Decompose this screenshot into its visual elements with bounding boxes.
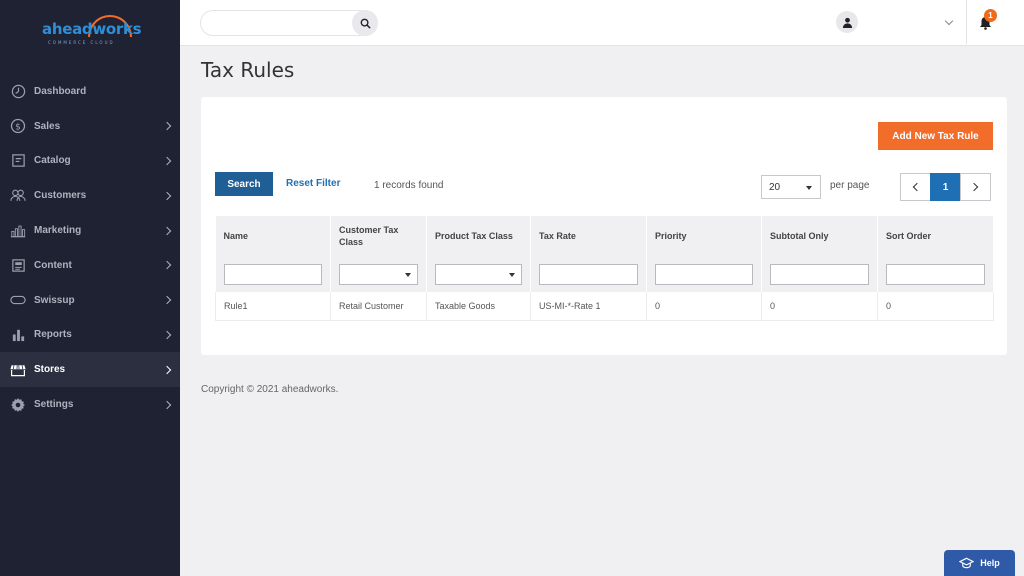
page-title: Tax Rules [201, 58, 295, 82]
marketing-icon [10, 223, 26, 239]
customers-icon [10, 188, 26, 204]
help-label: Help [980, 558, 1000, 568]
copyright: Copyright © 2021 aheadworks. [201, 384, 339, 395]
column-header-sort-order[interactable]: Sort Order [877, 216, 994, 256]
sidebar-item-label: Catalog [34, 155, 71, 167]
sidebar-item-swissup[interactable]: Swissup [0, 283, 180, 318]
sidebar-item-content[interactable]: Content [0, 248, 180, 283]
next-page-button[interactable] [960, 173, 991, 201]
chevron-right-icon [162, 400, 172, 409]
column-header-subtotal-only[interactable]: Subtotal Only [761, 216, 878, 256]
cell-customer-tax-class: Retail Customer [330, 292, 427, 321]
sidebar-item-label: Stores [34, 364, 66, 376]
caret-down-icon [806, 186, 812, 190]
graduation-cap-icon [959, 557, 975, 569]
sidebar-item-label: Marketing [34, 225, 82, 237]
sidebar-item-stores[interactable]: Stores [0, 352, 180, 388]
sidebar-item-label: Dashboard [34, 85, 87, 97]
filter-tax-rate-input[interactable] [539, 263, 638, 285]
chevron-right-icon [162, 226, 172, 235]
sidebar-item-dashboard[interactable]: Dashboard [0, 74, 180, 109]
logo-subtitle: COMMERCE CLOUD [48, 40, 115, 45]
user-avatar[interactable] [836, 11, 858, 33]
top-bar: 1 [180, 0, 1024, 46]
sidebar-item-marketing[interactable]: Marketing [0, 213, 180, 248]
aheadworks-logo[interactable]: aheadworks COMMERCE CLOUD [40, 14, 142, 45]
cell-priority: 0 [646, 292, 762, 321]
sidebar-item-reports[interactable]: Reports [0, 318, 180, 353]
chevron-right-icon [162, 261, 172, 270]
table-row[interactable]: Rule1 Retail Customer Taxable Goods US-M… [215, 292, 994, 321]
chevron-right-icon [162, 191, 172, 201]
dollar-icon: $ [10, 118, 26, 134]
sidebar-item-label: Swissup [34, 294, 75, 306]
help-button[interactable]: Help [944, 550, 1015, 576]
chevron-right-icon [969, 182, 979, 192]
filter-priority-input[interactable] [655, 263, 753, 285]
sidebar-item-sales[interactable]: $ Sales [0, 109, 180, 144]
tax-rules-card: Add New Tax Rule Search Reset Filter 1 r… [201, 97, 1007, 355]
chevron-right-icon [162, 156, 172, 166]
records-found: 1 records found [374, 180, 444, 191]
sidebar-item-customers[interactable]: Customers [0, 178, 180, 213]
swissup-icon [10, 292, 26, 308]
dashboard-icon [10, 83, 26, 99]
stores-icon [10, 362, 26, 378]
sidebar-item-label: Settings [34, 399, 74, 411]
sidebar-item-catalog[interactable]: Catalog [0, 144, 180, 179]
per-page-value: 20 [769, 181, 781, 193]
column-header-product-tax-class[interactable]: Product Tax Class [426, 216, 531, 256]
global-search-input[interactable] [200, 10, 378, 36]
chevron-left-icon [912, 182, 922, 192]
pagination: 1 [900, 173, 991, 201]
header-divider [966, 0, 967, 44]
chevron-down-icon[interactable] [944, 16, 954, 26]
per-page-label: per page [830, 180, 870, 191]
cell-subtotal-only: 0 [761, 292, 878, 321]
sidebar-item-label: Customers [34, 190, 87, 202]
filter-customer-tax-class-select[interactable] [339, 263, 418, 285]
chevron-right-icon [162, 330, 172, 340]
chevron-right-icon [162, 295, 172, 305]
column-header-customer-tax-class[interactable]: Customer Tax Class [330, 216, 427, 256]
sidebar-item-settings[interactable]: Settings [0, 387, 180, 422]
column-header-priority[interactable]: Priority [646, 216, 762, 256]
filter-name-input[interactable] [223, 263, 322, 285]
gear-icon [10, 397, 26, 413]
notification-badge: 1 [984, 9, 997, 22]
catalog-icon [10, 153, 26, 169]
tax-rules-grid: Name Customer Tax Class Product Tax Clas… [215, 216, 994, 321]
logo-text: aheadworks [42, 20, 142, 38]
reports-icon [10, 327, 26, 343]
previous-page-button[interactable] [900, 173, 931, 201]
search-icon [360, 18, 371, 29]
column-header-name[interactable]: Name [215, 216, 331, 256]
sidebar-item-label: Sales [34, 120, 61, 132]
cell-sort-order: 0 [877, 292, 994, 321]
filter-subtotal-only-input[interactable] [770, 263, 869, 285]
per-page-select[interactable]: 20 [761, 175, 821, 199]
filter-sort-order-input[interactable] [886, 263, 985, 285]
cell-tax-rate: US-MI-*-Rate 1 [530, 292, 647, 321]
chevron-right-icon [162, 365, 172, 375]
search-button[interactable]: Search [215, 172, 273, 196]
user-icon [842, 17, 852, 28]
cell-product-tax-class: Taxable Goods [426, 292, 531, 321]
content-icon [10, 257, 26, 273]
filter-row [215, 256, 994, 292]
sidebar: aheadworks COMMERCE CLOUD Dashboard $ Sa… [0, 0, 180, 576]
search-button[interactable] [352, 10, 378, 36]
current-page-button[interactable]: 1 [930, 173, 961, 201]
sidebar-item-label: Content [34, 259, 72, 271]
add-new-tax-rule-button[interactable]: Add New Tax Rule [878, 122, 993, 150]
sidebar-nav: Dashboard $ Sales Catalog Customers Mark… [0, 74, 180, 422]
sidebar-item-label: Reports [34, 329, 72, 341]
svg-text:$: $ [15, 123, 21, 133]
reset-filter-link[interactable]: Reset Filter [286, 178, 340, 189]
cell-name: Rule1 [215, 292, 331, 321]
chevron-right-icon [162, 121, 172, 131]
column-header-tax-rate[interactable]: Tax Rate [530, 216, 647, 256]
filter-product-tax-class-select[interactable] [435, 263, 522, 285]
